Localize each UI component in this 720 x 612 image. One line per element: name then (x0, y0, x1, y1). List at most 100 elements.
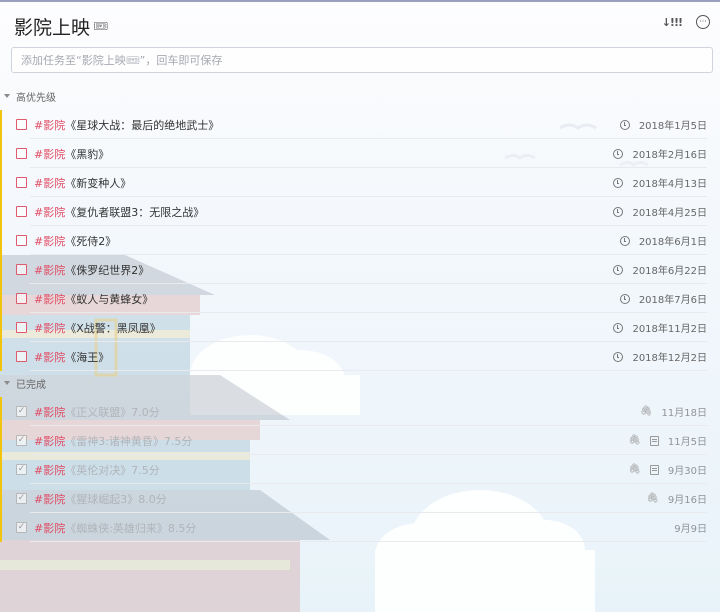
task-checkbox[interactable] (16, 206, 27, 217)
task-tag[interactable]: #影院 (34, 493, 65, 506)
task-title[interactable]: #影院《蜘蛛侠:英雄归来》8.5分 (34, 520, 196, 536)
alarm-clock-icon (619, 235, 630, 246)
list-title: 影院上映 (14, 16, 91, 39)
task-date[interactable]: 2018年4月25日 (632, 204, 707, 219)
task-title[interactable]: #影院《海王》 (34, 349, 109, 365)
task-row[interactable]: #影院《新变种人》 2018年4月13日 (0, 168, 720, 197)
more-options-icon[interactable]: ··· (696, 15, 710, 29)
task-checkbox[interactable] (16, 351, 27, 362)
alarm-clock-icon (613, 264, 624, 275)
task-tag[interactable]: #影院 (34, 148, 65, 161)
task-title[interactable]: #影院《X战警：黑凤凰》 (34, 320, 161, 336)
task-row[interactable]: #影院《黑豹》 2018年2月16日 (0, 139, 720, 168)
task-meta: 2018年11月2日 (613, 320, 707, 335)
section-high-priority[interactable]: 高优先级 (4, 89, 56, 104)
task-title[interactable]: #影院《猩球崛起3》8.0分 (34, 491, 167, 507)
task-checkbox[interactable] (16, 235, 27, 246)
task-tag[interactable]: #影院 (34, 522, 65, 535)
alarm-clock-icon (619, 293, 630, 304)
task-date[interactable]: 11月18日 (662, 404, 707, 419)
collapse-caret-icon[interactable] (4, 381, 10, 385)
task-row[interactable]: #影院《星球大战：最后的绝地武士》 2018年1月5日 (0, 110, 720, 139)
task-checkbox-checked[interactable]: ✓ (16, 522, 27, 533)
task-tag[interactable]: #影院 (34, 322, 65, 335)
alarm-clock-icon (619, 119, 630, 130)
task-date[interactable]: 2018年11月2日 (632, 320, 707, 335)
task-title[interactable]: #影院《正义联盟》7.0分 (34, 404, 160, 420)
attachment-icon: 🖇 (628, 434, 641, 446)
task-meta: 2018年4月13日 (613, 175, 707, 190)
task-date[interactable]: 9月9日 (674, 520, 707, 535)
task-checkbox-checked[interactable]: ✓ (16, 406, 27, 417)
high-priority-list: #影院《星球大战：最后的绝地武士》 2018年1月5日 #影院《黑豹》 2018… (0, 110, 720, 371)
task-row[interactable]: #影院《死侍2》 2018年6月1日 (0, 226, 720, 255)
task-tag[interactable]: #影院 (34, 351, 65, 364)
task-title[interactable]: #影院《新变种人》 (34, 175, 131, 191)
task-row[interactable]: ✓ #影院《雷神3:诸神黄昏》7.5分 🖇 11月5日 (0, 426, 720, 455)
task-row[interactable]: ✓ #影院《正义联盟》7.0分 🖇 11月18日 (0, 397, 720, 426)
task-row[interactable]: #影院《X战警：黑凤凰》 2018年11月2日 (0, 313, 720, 342)
task-title[interactable]: #影院《星球大战：最后的绝地武士》 (34, 117, 219, 133)
task-name: 《蚁人与黄蜂女》 (65, 293, 154, 306)
task-name: 《猩球崛起3》8.0分 (65, 493, 167, 506)
task-title[interactable]: #影院《复仇者联盟3：无限之战》 (34, 204, 204, 220)
task-row[interactable]: ✓ #影院《猩球崛起3》8.0分 🖇 9月16日 (0, 484, 720, 513)
task-title[interactable]: #影院《死侍2》 (34, 233, 116, 249)
task-title[interactable]: #影院《英伦对决》7.5分 (34, 462, 160, 478)
task-date[interactable]: 9月16日 (668, 491, 707, 506)
task-row[interactable]: #影院《海王》 2018年12月2日 (0, 342, 720, 371)
task-list-app: 影院上映 🎟 ↓!!! ··· 高优先级 #影院《星球大战：最后的绝地武士》 2… (0, 0, 720, 612)
note-icon (649, 435, 659, 446)
task-row[interactable]: #影院《侏罗纪世界2》 2018年6月22日 (0, 255, 720, 284)
task-row[interactable]: #影院《复仇者联盟3：无限之战》 2018年4月25日 (0, 197, 720, 226)
task-date[interactable]: 11月5日 (668, 433, 707, 448)
task-name: 《正义联盟》7.0分 (65, 406, 160, 419)
task-date[interactable]: 2018年4月13日 (632, 175, 707, 190)
sort-priority-icon[interactable]: ↓!!! (662, 16, 683, 29)
task-meta: 2018年12月2日 (613, 349, 707, 364)
task-checkbox[interactable] (16, 148, 27, 159)
task-row[interactable]: ✓ #影院《英伦对决》7.5分 🖇 9月30日 (0, 455, 720, 484)
section-completed[interactable]: 已完成 (4, 376, 46, 391)
task-title[interactable]: #影院《黑豹》 (34, 146, 109, 162)
task-checkbox[interactable] (16, 119, 27, 130)
task-tag[interactable]: #影院 (34, 435, 65, 448)
task-title[interactable]: #影院《侏罗纪世界2》 (34, 262, 149, 278)
task-date[interactable]: 2018年12月2日 (632, 349, 707, 364)
task-name: 《死侍2》 (65, 235, 117, 248)
task-tag[interactable]: #影院 (34, 293, 65, 306)
task-checkbox[interactable] (16, 322, 27, 333)
task-meta: 9月9日 (674, 520, 707, 535)
task-tag[interactable]: #影院 (34, 406, 65, 419)
task-tag[interactable]: #影院 (34, 119, 65, 132)
task-date[interactable]: 2018年7月6日 (639, 291, 707, 306)
task-name: 《复仇者联盟3：无限之战》 (65, 206, 205, 219)
task-checkbox-checked[interactable]: ✓ (16, 493, 27, 504)
attachment-icon: 🖇 (646, 492, 659, 504)
task-checkbox[interactable] (16, 293, 27, 304)
task-tag[interactable]: #影院 (34, 206, 65, 219)
add-task-input[interactable] (12, 48, 720, 72)
task-checkbox[interactable] (16, 264, 27, 275)
task-row[interactable]: #影院《蚁人与黄蜂女》 2018年7月6日 (0, 284, 720, 313)
task-checkbox-checked[interactable]: ✓ (16, 435, 27, 446)
alarm-clock-icon (613, 322, 624, 333)
task-title[interactable]: #影院《雷神3:诸神黄昏》7.5分 (34, 433, 192, 449)
task-date[interactable]: 2018年1月5日 (639, 117, 707, 132)
task-date[interactable]: 9月30日 (668, 462, 707, 477)
task-tag[interactable]: #影院 (34, 235, 65, 248)
task-title[interactable]: #影院《蚁人与黄蜂女》 (34, 291, 153, 307)
task-row[interactable]: ✓ #影院《蜘蛛侠:英雄归来》8.5分 9月9日 (0, 513, 720, 542)
task-tag[interactable]: #影院 (34, 264, 65, 277)
task-date[interactable]: 2018年2月16日 (632, 146, 707, 161)
task-date[interactable]: 2018年6月1日 (639, 233, 707, 248)
header-actions: ↓!!! ··· (662, 15, 710, 29)
task-checkbox[interactable] (16, 177, 27, 188)
attachment-icon: 🖇 (639, 405, 653, 417)
task-tag[interactable]: #影院 (34, 464, 65, 477)
task-checkbox-checked[interactable]: ✓ (16, 464, 27, 475)
collapse-caret-icon[interactable] (4, 94, 10, 98)
task-name: 《英伦对决》7.5分 (65, 464, 160, 477)
task-date[interactable]: 2018年6月22日 (632, 262, 707, 277)
task-tag[interactable]: #影院 (34, 177, 65, 190)
